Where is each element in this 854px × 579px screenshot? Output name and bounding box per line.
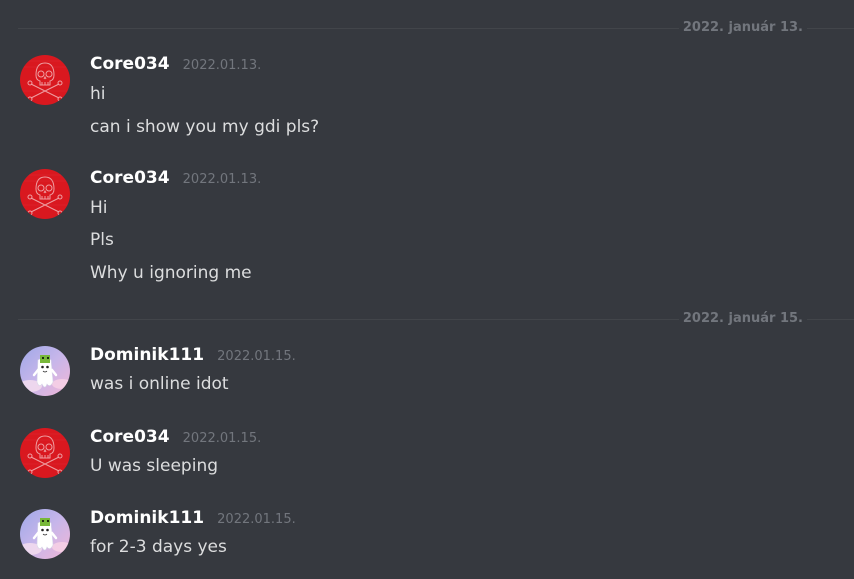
skull-crossbones-icon[interactable] [20,169,70,219]
date-divider: 2022. január 13. [18,19,854,37]
timestamp[interactable]: 2022.01.15. [217,349,296,364]
message-header: Dominik111 2022.01.15. [90,343,296,367]
message-text: Pls [90,230,114,250]
message-text: U was sleeping [90,456,219,476]
chat-messages: 2022. január 13. Core034 2022.01.13. hi … [0,0,854,579]
skull-crossbones-icon[interactable] [20,55,70,105]
timestamp[interactable]: 2022.01.13. [183,172,262,187]
ghost-character-icon[interactable] [20,509,70,559]
username[interactable]: Core034 [90,54,170,74]
message-header: Dominik111 2022.01.15. [90,506,296,530]
message-header: Core034 2022.01.15. [90,425,261,449]
timestamp[interactable]: 2022.01.15. [183,431,262,446]
message-text: hi [90,84,106,104]
message-text: was i online idot [90,374,229,394]
message-header: Core034 2022.01.13. [90,52,261,76]
date-divider: 2022. január 15. [18,310,854,328]
date-divider-label: 2022. január 13. [678,19,807,37]
username[interactable]: Core034 [90,168,170,188]
username[interactable]: Core034 [90,427,170,447]
skull-crossbones-icon[interactable] [20,428,70,478]
message-text: Why u ignoring me [90,263,252,283]
message-text: can i show you my gdi pls? [90,117,320,137]
username[interactable]: Dominik111 [90,508,204,528]
ghost-character-icon[interactable] [20,346,70,396]
username[interactable]: Dominik111 [90,345,204,365]
timestamp[interactable]: 2022.01.13. [183,58,262,73]
message-text: Hi [90,198,108,218]
date-divider-label: 2022. január 15. [678,310,807,328]
message-header: Core034 2022.01.13. [90,166,261,190]
timestamp[interactable]: 2022.01.15. [217,512,296,527]
message-text: for 2-3 days yes [90,537,227,557]
